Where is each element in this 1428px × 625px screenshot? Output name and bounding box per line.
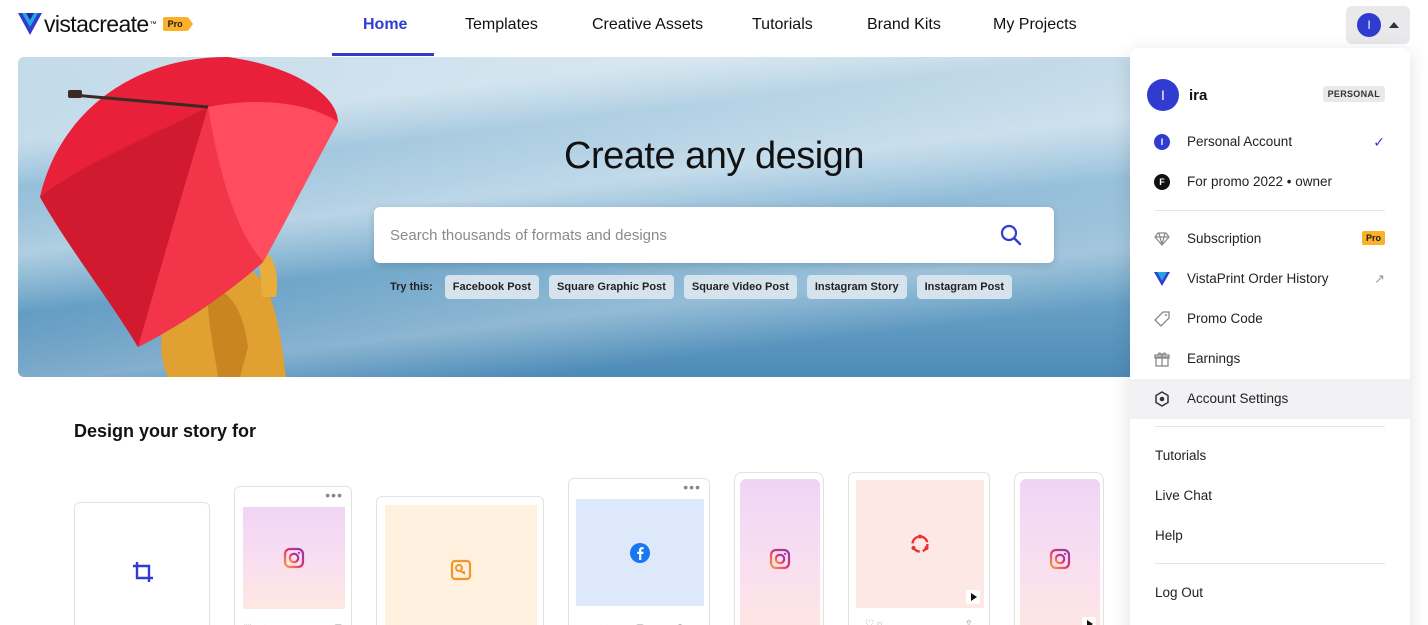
divider bbox=[1155, 210, 1385, 211]
play-icon bbox=[1082, 617, 1096, 625]
nav-home[interactable]: Home bbox=[363, 0, 407, 56]
menu-label: Account Settings bbox=[1187, 391, 1289, 406]
account-label: For promo 2022 • owner bbox=[1187, 174, 1333, 189]
menu-log-out[interactable]: Log Out bbox=[1130, 573, 1410, 613]
menu-promo-code[interactable]: Promo Code bbox=[1130, 299, 1410, 339]
caret-up-icon bbox=[1389, 22, 1399, 28]
menu-subscription[interactable]: Subscription Pro bbox=[1130, 219, 1410, 259]
menu-label: Log Out bbox=[1155, 585, 1204, 600]
format-card-square-video[interactable]: ♡ ○ ⇪ bbox=[848, 472, 990, 625]
format-card-instagram-reels[interactable] bbox=[1014, 472, 1104, 625]
menu-label: Tutorials bbox=[1155, 448, 1207, 463]
account-avatar-icon: I bbox=[1154, 134, 1170, 150]
pro-badge: Pro bbox=[162, 17, 193, 31]
nav-brand-kits[interactable]: Brand Kits bbox=[867, 0, 941, 56]
suggestion-chip[interactable]: Square Video Post bbox=[683, 275, 797, 299]
nav-creative-assets[interactable]: Creative Assets bbox=[592, 0, 703, 56]
divider bbox=[1155, 426, 1385, 427]
account-dropdown: I ira PERSONAL I Personal Account ✓ F Fo… bbox=[1130, 48, 1410, 625]
menu-vistaprint-order-history[interactable]: VistaPrint Order History ↗ bbox=[1130, 259, 1410, 299]
format-card-facebook-post[interactable]: ••• 👍︎▢↷ bbox=[568, 478, 710, 625]
nav-tutorials[interactable]: Tutorials bbox=[752, 0, 813, 56]
hero-banner: Create any design Try this: Facebook Pos… bbox=[18, 57, 1218, 377]
menu-help[interactable]: Help bbox=[1130, 516, 1410, 556]
menu-label: Promo Code bbox=[1187, 311, 1263, 326]
nav-active-indicator bbox=[332, 53, 434, 56]
suggestion-chip[interactable]: Instagram Post bbox=[916, 275, 1013, 299]
suggestion-chip[interactable]: Instagram Story bbox=[806, 275, 907, 299]
checkmark-icon: ✓ bbox=[1373, 134, 1385, 150]
account-label: Personal Account bbox=[1187, 134, 1293, 149]
crop-icon bbox=[133, 562, 153, 582]
menu-earnings[interactable]: Earnings bbox=[1130, 339, 1410, 379]
format-card-instagram-post[interactable]: ••• ♡ ○ ➤▢ bbox=[234, 486, 352, 625]
vistacreate-logo-icon bbox=[18, 13, 42, 35]
suggestion-chip[interactable]: Facebook Post bbox=[444, 275, 540, 299]
post-action-icons: ♡ ○ ⇪ bbox=[865, 619, 973, 625]
menu-tutorials[interactable]: Tutorials bbox=[1130, 436, 1410, 476]
instagram-icon bbox=[283, 547, 305, 569]
menu-label: Help bbox=[1155, 528, 1183, 543]
account-switch-personal[interactable]: I Personal Account ✓ bbox=[1130, 122, 1410, 162]
card-preview bbox=[1020, 479, 1100, 625]
phone-notch bbox=[1039, 473, 1079, 478]
settings-icon bbox=[1155, 391, 1169, 407]
menu-label: Live Chat bbox=[1155, 488, 1213, 503]
pro-badge: Pro bbox=[1361, 231, 1385, 245]
avatar: I bbox=[1147, 79, 1179, 111]
nav-my-projects[interactable]: My Projects bbox=[993, 0, 1077, 56]
account-switch-promo[interactable]: F For promo 2022 • owner bbox=[1130, 162, 1410, 202]
account-menu-button[interactable]: I bbox=[1346, 6, 1410, 44]
menu-label: Subscription bbox=[1187, 231, 1262, 246]
search-bar bbox=[374, 207, 1054, 263]
format-card-instagram-story[interactable] bbox=[734, 472, 824, 625]
brand-trademark: ™ bbox=[149, 20, 157, 28]
card-preview bbox=[243, 507, 345, 609]
umbrella-illustration bbox=[40, 57, 338, 377]
play-icon bbox=[966, 590, 980, 604]
suggestion-row: Try this: Facebook Post Square Graphic P… bbox=[390, 275, 1013, 299]
gift-icon bbox=[1154, 352, 1170, 367]
facebook-icon bbox=[630, 542, 650, 563]
menu-account-settings[interactable]: Account Settings bbox=[1130, 379, 1410, 419]
phone-notch bbox=[759, 473, 799, 478]
more-options-icon[interactable]: ••• bbox=[683, 480, 701, 494]
menu-label: VistaPrint Order History bbox=[1187, 271, 1329, 286]
external-link-icon: ↗ bbox=[1374, 271, 1385, 286]
search-icon[interactable] bbox=[1000, 224, 1022, 246]
dropdown-user-header: I ira bbox=[1147, 79, 1207, 111]
vistaprint-icon bbox=[1154, 272, 1170, 286]
plan-badge: PERSONAL bbox=[1322, 86, 1385, 102]
format-card-square-graphic[interactable] bbox=[376, 496, 544, 625]
suggestion-chip[interactable]: Square Graphic Post bbox=[549, 275, 674, 299]
brand-name: vistacreate bbox=[44, 10, 149, 37]
card-preview bbox=[576, 499, 704, 606]
image-layers-icon bbox=[450, 559, 472, 581]
card-preview bbox=[856, 480, 984, 608]
instagram-icon bbox=[769, 548, 791, 570]
account-avatar-icon: F bbox=[1154, 174, 1170, 190]
card-preview bbox=[740, 479, 820, 625]
avatar: I bbox=[1357, 13, 1381, 37]
menu-label: Earnings bbox=[1187, 351, 1241, 366]
divider bbox=[1155, 563, 1385, 564]
vistacreate-logo[interactable]: vistacreate ™ Pro bbox=[18, 10, 193, 37]
menu-live-chat[interactable]: Live Chat bbox=[1130, 476, 1410, 516]
username: ira bbox=[1189, 86, 1208, 104]
nav-templates[interactable]: Templates bbox=[465, 0, 538, 56]
instagram-icon bbox=[1049, 548, 1071, 570]
more-options-icon[interactable]: ••• bbox=[325, 488, 343, 502]
tag-icon bbox=[1154, 311, 1170, 327]
video-refresh-icon bbox=[911, 534, 929, 553]
format-card-custom-size[interactable] bbox=[74, 502, 210, 625]
card-preview bbox=[385, 505, 537, 625]
try-this-label: Try this: bbox=[390, 281, 433, 293]
section-title: Design your story for bbox=[74, 421, 257, 441]
search-input[interactable] bbox=[390, 226, 970, 244]
hero-title: Create any design bbox=[564, 135, 864, 177]
diamond-icon bbox=[1154, 232, 1170, 246]
